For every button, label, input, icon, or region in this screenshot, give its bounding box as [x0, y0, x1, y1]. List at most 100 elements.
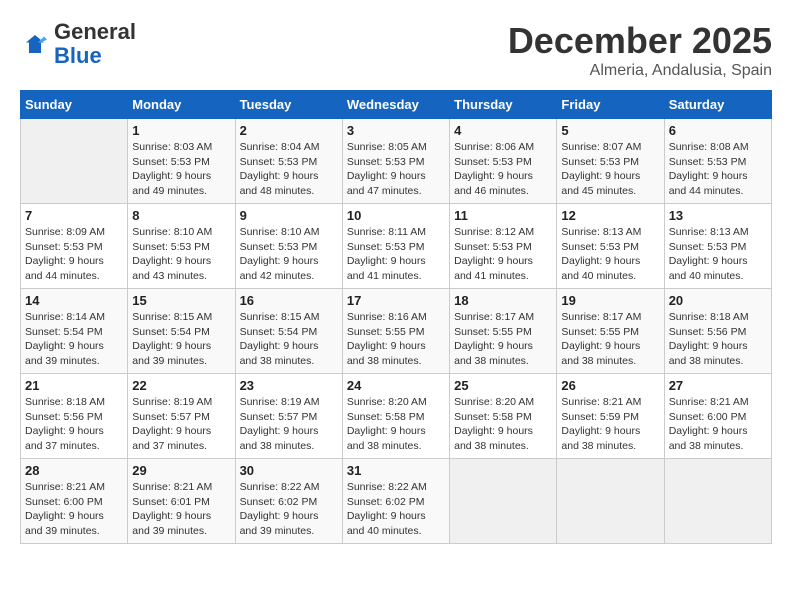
calendar-week-row: 7 Sunrise: 8:09 AMSunset: 5:53 PMDaylight…	[21, 204, 772, 289]
calendar-cell: 15Sunrise: 8:15 AMSunset: 5:54 PMDayligh…	[128, 289, 235, 374]
weekday-header-thursday: Thursday	[450, 91, 557, 119]
day-info: Sunrise: 8:10 AMSunset: 5:53 PMDaylight:…	[132, 225, 230, 284]
day-info: Sunrise: 8:05 AMSunset: 5:53 PMDaylight:…	[347, 140, 445, 199]
month-title: December 2025	[508, 20, 772, 62]
day-number: 30	[240, 463, 338, 478]
weekday-header-friday: Friday	[557, 91, 664, 119]
day-number: 29	[132, 463, 230, 478]
calendar-body: 1 Sunrise: 8:03 AMSunset: 5:53 PMDaylight…	[21, 119, 772, 544]
day-number: 6	[669, 123, 767, 138]
day-number: 10	[347, 208, 445, 223]
weekday-header-wednesday: Wednesday	[342, 91, 449, 119]
day-number: 17	[347, 293, 445, 308]
day-info: Sunrise: 8:08 AMSunset: 5:53 PMDaylight:…	[669, 140, 767, 199]
calendar-table: SundayMondayTuesdayWednesdayThursdayFrid…	[20, 90, 772, 544]
day-info: Sunrise: 8:20 AMSunset: 5:58 PMDaylight:…	[454, 395, 552, 454]
weekday-header-row: SundayMondayTuesdayWednesdayThursdayFrid…	[21, 91, 772, 119]
calendar-cell: 2 Sunrise: 8:04 AMSunset: 5:53 PMDaylight…	[235, 119, 342, 204]
day-number: 12	[561, 208, 659, 223]
day-info: Sunrise: 8:11 AMSunset: 5:53 PMDaylight:…	[347, 225, 445, 284]
day-info: Sunrise: 8:21 AMSunset: 6:00 PMDaylight:…	[25, 480, 123, 539]
day-number: 21	[25, 378, 123, 393]
day-info: Sunrise: 8:13 AMSunset: 5:53 PMDaylight:…	[669, 225, 767, 284]
weekday-header-saturday: Saturday	[664, 91, 771, 119]
day-number: 28	[25, 463, 123, 478]
day-info: Sunrise: 8:18 AMSunset: 5:56 PMDaylight:…	[25, 395, 123, 454]
day-number: 26	[561, 378, 659, 393]
day-info: Sunrise: 8:07 AMSunset: 5:53 PMDaylight:…	[561, 140, 659, 199]
calendar-cell: 26Sunrise: 8:21 AMSunset: 5:59 PMDayligh…	[557, 374, 664, 459]
calendar-week-row: 21 Sunrise: 8:18 AMSunset: 5:56 PMDayligh…	[21, 374, 772, 459]
day-info: Sunrise: 8:13 AMSunset: 5:53 PMDaylight:…	[561, 225, 659, 284]
calendar-cell: 11Sunrise: 8:12 AMSunset: 5:53 PMDayligh…	[450, 204, 557, 289]
day-number: 25	[454, 378, 552, 393]
calendar-cell: 4 Sunrise: 8:06 AMSunset: 5:53 PMDaylight…	[450, 119, 557, 204]
day-number: 31	[347, 463, 445, 478]
day-number: 2	[240, 123, 338, 138]
logo-general-text: General	[54, 19, 136, 44]
calendar-week-row: 14Sunrise: 8:14 AMSunset: 5:54 PMDayligh…	[21, 289, 772, 374]
day-info: Sunrise: 8:17 AMSunset: 5:55 PMDaylight:…	[561, 310, 659, 369]
calendar-cell: 19Sunrise: 8:17 AMSunset: 5:55 PMDayligh…	[557, 289, 664, 374]
day-number: 5	[561, 123, 659, 138]
day-info: Sunrise: 8:04 AMSunset: 5:53 PMDaylight:…	[240, 140, 338, 199]
day-info: Sunrise: 8:21 AMSunset: 6:01 PMDaylight:…	[132, 480, 230, 539]
day-info: Sunrise: 8:03 AMSunset: 5:53 PMDaylight:…	[132, 140, 230, 199]
day-number: 27	[669, 378, 767, 393]
calendar-cell	[21, 119, 128, 204]
day-number: 13	[669, 208, 767, 223]
page-header: General Blue December 2025 Almeria, Anda…	[20, 20, 772, 80]
day-info: Sunrise: 8:16 AMSunset: 5:55 PMDaylight:…	[347, 310, 445, 369]
calendar-cell: 28 Sunrise: 8:21 AMSunset: 6:00 PMDayligh…	[21, 459, 128, 544]
calendar-cell: 17 Sunrise: 8:16 AMSunset: 5:55 PMDayligh…	[342, 289, 449, 374]
calendar-cell: 29 Sunrise: 8:21 AMSunset: 6:01 PMDayligh…	[128, 459, 235, 544]
day-info: Sunrise: 8:10 AMSunset: 5:53 PMDaylight:…	[240, 225, 338, 284]
day-number: 22	[132, 378, 230, 393]
weekday-header-tuesday: Tuesday	[235, 91, 342, 119]
calendar-cell: 23Sunrise: 8:19 AMSunset: 5:57 PMDayligh…	[235, 374, 342, 459]
day-info: Sunrise: 8:20 AMSunset: 5:58 PMDaylight:…	[347, 395, 445, 454]
calendar-cell: 12 Sunrise: 8:13 AMSunset: 5:53 PMDayligh…	[557, 204, 664, 289]
weekday-header-monday: Monday	[128, 91, 235, 119]
day-number: 3	[347, 123, 445, 138]
calendar-cell: 5 Sunrise: 8:07 AMSunset: 5:53 PMDaylight…	[557, 119, 664, 204]
calendar-header: SundayMondayTuesdayWednesdayThursdayFrid…	[21, 91, 772, 119]
logo: General Blue	[20, 20, 136, 68]
day-number: 8	[132, 208, 230, 223]
day-number: 24	[347, 378, 445, 393]
calendar-cell: 24 Sunrise: 8:20 AMSunset: 5:58 PMDayligh…	[342, 374, 449, 459]
calendar-cell: 27 Sunrise: 8:21 AMSunset: 6:00 PMDayligh…	[664, 374, 771, 459]
calendar-cell: 3 Sunrise: 8:05 AMSunset: 5:53 PMDaylight…	[342, 119, 449, 204]
day-number: 4	[454, 123, 552, 138]
title-block: December 2025 Almeria, Andalusia, Spain	[508, 20, 772, 80]
day-info: Sunrise: 8:06 AMSunset: 5:53 PMDaylight:…	[454, 140, 552, 199]
day-number: 11	[454, 208, 552, 223]
calendar-cell: 9Sunrise: 8:10 AMSunset: 5:53 PMDaylight…	[235, 204, 342, 289]
calendar-cell: 21 Sunrise: 8:18 AMSunset: 5:56 PMDayligh…	[21, 374, 128, 459]
day-info: Sunrise: 8:14 AMSunset: 5:54 PMDaylight:…	[25, 310, 123, 369]
calendar-cell	[664, 459, 771, 544]
day-number: 7	[25, 208, 123, 223]
calendar-cell: 22Sunrise: 8:19 AMSunset: 5:57 PMDayligh…	[128, 374, 235, 459]
logo-blue-text: Blue	[54, 43, 102, 68]
calendar-week-row: 1 Sunrise: 8:03 AMSunset: 5:53 PMDaylight…	[21, 119, 772, 204]
logo-icon	[20, 29, 50, 59]
day-info: Sunrise: 8:18 AMSunset: 5:56 PMDaylight:…	[669, 310, 767, 369]
calendar-cell	[557, 459, 664, 544]
day-number: 15	[132, 293, 230, 308]
location-subtitle: Almeria, Andalusia, Spain	[508, 62, 772, 80]
day-info: Sunrise: 8:22 AMSunset: 6:02 PMDaylight:…	[240, 480, 338, 539]
weekday-header-sunday: Sunday	[21, 91, 128, 119]
day-number: 18	[454, 293, 552, 308]
calendar-cell: 7 Sunrise: 8:09 AMSunset: 5:53 PMDaylight…	[21, 204, 128, 289]
day-number: 1	[132, 123, 230, 138]
day-info: Sunrise: 8:09 AMSunset: 5:53 PMDaylight:…	[25, 225, 123, 284]
calendar-cell: 18 Sunrise: 8:17 AMSunset: 5:55 PMDayligh…	[450, 289, 557, 374]
calendar-cell: 6 Sunrise: 8:08 AMSunset: 5:53 PMDaylight…	[664, 119, 771, 204]
calendar-cell	[450, 459, 557, 544]
day-info: Sunrise: 8:19 AMSunset: 5:57 PMDaylight:…	[240, 395, 338, 454]
calendar-cell: 25 Sunrise: 8:20 AMSunset: 5:58 PMDayligh…	[450, 374, 557, 459]
day-info: Sunrise: 8:21 AMSunset: 6:00 PMDaylight:…	[669, 395, 767, 454]
calendar-cell: 30 Sunrise: 8:22 AMSunset: 6:02 PMDayligh…	[235, 459, 342, 544]
day-info: Sunrise: 8:17 AMSunset: 5:55 PMDaylight:…	[454, 310, 552, 369]
